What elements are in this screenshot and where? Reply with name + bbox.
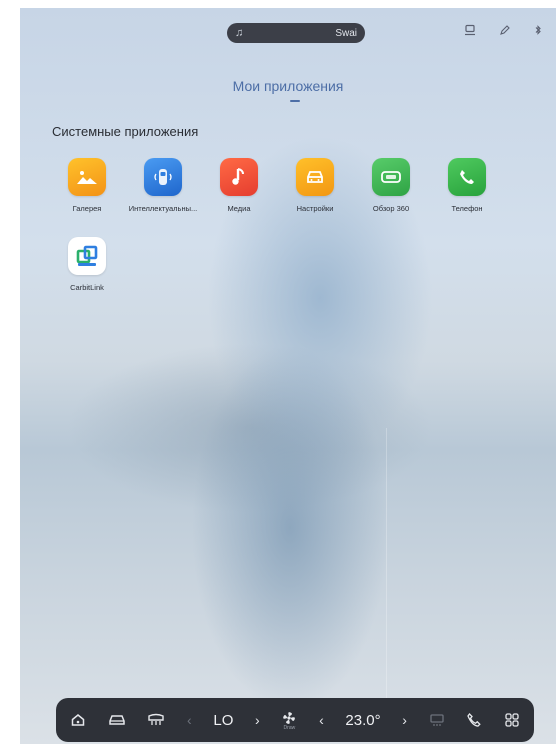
- temp-right-value: 23.0°: [345, 711, 381, 729]
- bluetooth-icon[interactable]: [532, 24, 544, 40]
- app-label: Интеллектуальны...: [128, 204, 198, 213]
- app-label: CarbitLink: [70, 283, 104, 292]
- app-label: Галерея: [72, 204, 102, 213]
- phone-icon: [448, 158, 486, 196]
- temp-left-value: LO: [213, 711, 234, 729]
- temp-left-increase[interactable]: ›: [255, 712, 260, 728]
- home-screen: ♫ Swai Мои приложения Системные приложен…: [20, 8, 556, 744]
- temp-right-decrease[interactable]: ‹: [319, 712, 324, 728]
- defrost-front-icon[interactable]: [147, 713, 165, 727]
- app-label: Обзор 360: [372, 204, 410, 213]
- fan-icon: [281, 710, 297, 726]
- section-title: Системные приложения: [52, 124, 199, 139]
- app-media[interactable]: Медиа: [202, 158, 276, 213]
- app-camera-360[interactable]: Обзор 360: [354, 158, 428, 213]
- status-icons: [464, 24, 544, 40]
- temp-left-decrease[interactable]: ‹: [187, 712, 192, 728]
- car-settings-icon: [296, 158, 334, 196]
- gallery-icon: [68, 158, 106, 196]
- camera-360-icon: [372, 158, 410, 196]
- media-pill[interactable]: ♫ Swai: [227, 23, 365, 43]
- bottom-dock: ‹ LO › Draw ‹ 23.0° ›: [56, 698, 534, 742]
- app-phone[interactable]: Телефон: [430, 158, 504, 213]
- app-label: Телефон: [451, 204, 483, 213]
- app-carbitlink[interactable]: CarbitLink: [50, 237, 124, 292]
- app-gallery[interactable]: Галерея: [50, 158, 124, 213]
- music-note-icon: [220, 158, 258, 196]
- defrost-rear-icon[interactable]: [429, 713, 445, 727]
- music-note-icon: ♫: [235, 27, 244, 39]
- app-label: Медиа: [227, 204, 251, 213]
- home-icon[interactable]: [70, 712, 86, 728]
- fan-sub-label: Draw: [283, 724, 296, 731]
- carbitlink-icon: [68, 237, 106, 275]
- smart-car-icon: [144, 158, 182, 196]
- page-title: Мои приложения: [232, 78, 344, 94]
- media-track-title: Swai: [335, 27, 357, 39]
- temp-right-increase[interactable]: ›: [402, 712, 407, 728]
- wallpaper-line: [386, 428, 387, 698]
- app-label: Настройки: [296, 204, 334, 213]
- apps-grid-icon[interactable]: [504, 712, 520, 728]
- profile-icon[interactable]: [464, 24, 476, 40]
- car-icon[interactable]: [108, 713, 126, 727]
- edit-icon[interactable]: [498, 24, 510, 40]
- app-settings[interactable]: Настройки: [278, 158, 352, 213]
- phone-icon[interactable]: [466, 712, 482, 728]
- fan-control[interactable]: Draw: [281, 710, 297, 731]
- app-smart-car[interactable]: Интеллектуальны...: [126, 158, 200, 213]
- title-underline: [290, 100, 300, 102]
